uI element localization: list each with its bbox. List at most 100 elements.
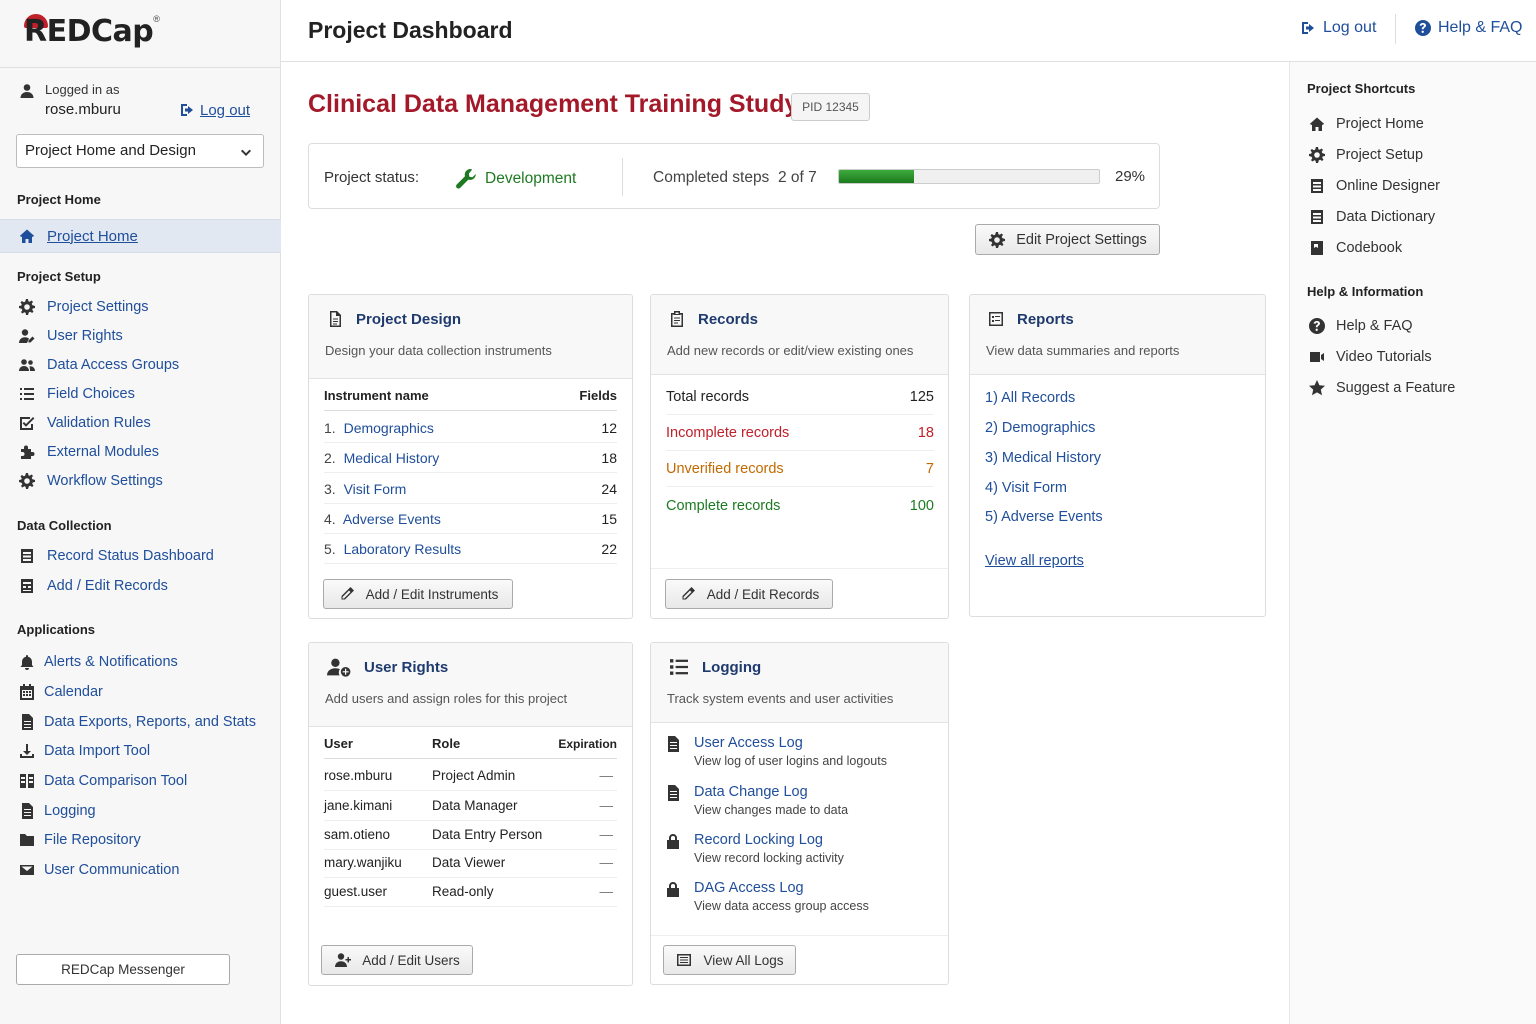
button-label: Add / Edit Instruments [365,586,499,602]
log-item-data-change[interactable]: Data Change Log View changes made to data [664,784,848,817]
shortcut-project-setup[interactable]: Project Setup [1308,146,1423,164]
shortcut-project-home[interactable]: Project Home [1308,115,1424,133]
edit-form-icon [18,577,36,595]
progress-fill [839,170,915,183]
puzzle-icon [18,443,36,461]
reports-card-subtitle: View data summaries and reports [986,343,1180,358]
sidebar-item-label: Add / Edit Records [47,578,168,594]
add-edit-instruments-button[interactable]: Add / Edit Instruments [323,579,513,609]
sidebar-item-external-modules[interactable]: External Modules [18,443,159,461]
instrument-row[interactable]: 2. Medical History 18 [324,443,617,473]
logging-card: Logging Track system events and user act… [650,642,949,985]
row-number: 4. [324,510,336,527]
stat-value: 18 [917,424,934,441]
sidebar-item-workflow-settings[interactable]: Workflow Settings [18,472,163,490]
help-video-tutorials-link[interactable]: Video Tutorials [1308,348,1432,366]
report-link[interactable]: 2) Demographics [985,420,1095,436]
redcap-messenger-button[interactable]: REDCap Messenger [16,954,230,985]
sidebar-item-logging[interactable]: Logging [18,802,96,820]
instrument-link[interactable]: Medical History [344,450,440,466]
sidebar-item-data-comparison[interactable]: Data Comparison Tool [18,772,187,790]
report-link[interactable]: 1) All Records [985,390,1075,406]
progress-percent: 29% [1115,168,1146,185]
file-lines-icon [664,735,682,753]
card-title-text: User Rights [364,658,449,676]
header-logout-link[interactable]: Log out [1299,19,1376,37]
sidebar-item-user-rights[interactable]: User Rights [18,327,123,345]
sidebar-item-project-settings[interactable]: Project Settings [18,298,149,316]
header-help-link[interactable]: Help & FAQ [1414,19,1522,37]
logo-reg-mark: ® [153,14,160,24]
sidebar-item-field-choices[interactable]: Field Choices [18,385,135,403]
redcap-logo[interactable]: REDCap® [0,0,280,68]
sidebar-item-add-edit-records[interactable]: Add / Edit Records [18,577,168,595]
row-number: 1. [324,419,336,436]
user-row[interactable]: sam.otieno Data Entry Person — [324,820,617,850]
log-title[interactable]: Record Locking Log [694,832,844,848]
page-title: Project Dashboard [308,17,513,43]
shortcut-online-designer[interactable]: Online Designer [1308,177,1440,195]
log-title[interactable]: Data Change Log [694,784,848,800]
completed-steps-value: 2 of 7 [777,169,817,186]
records-card: Records Add new records or edit/view exi… [650,294,949,619]
log-item-record-locking[interactable]: Record Locking Log View record locking ac… [664,832,844,865]
user-row[interactable]: jane.kimani Data Manager — [324,791,617,821]
add-edit-records-button[interactable]: Add / Edit Records [665,579,833,609]
bell-icon [18,653,36,671]
instrument-row[interactable]: 5. Laboratory Results 22 [324,534,617,564]
records-stat-unverified: Unverified records 7 [666,451,934,487]
folder-icon [18,831,36,849]
sidebar-item-label: Data Comparison Tool [44,773,188,789]
shortcut-data-dictionary[interactable]: Data Dictionary [1308,208,1435,226]
report-link[interactable]: 3) Medical History [985,450,1101,466]
instrument-row[interactable]: 4. Adverse Events 15 [324,504,617,534]
sidebar-item-label: User Communication [44,862,180,878]
gear-icon [1308,146,1326,164]
shortcut-codebook[interactable]: Codebook [1308,239,1402,257]
view-all-logs-button[interactable]: View All Logs [663,945,796,975]
instrument-link[interactable]: Visit Form [344,481,407,497]
sidebar-item-validation-rules[interactable]: Validation Rules [18,414,151,432]
pencil-icon [679,585,697,603]
sidebar-item-file-repository[interactable]: File Repository [18,831,141,849]
log-item-user-access[interactable]: User Access Log View log of user logins a… [664,735,887,768]
project-nav-select[interactable]: Project Home and Design [16,134,264,168]
sidebar-item-record-status-dashboard[interactable]: Record Status Dashboard [18,547,214,565]
log-title[interactable]: DAG Access Log [694,880,869,896]
user-row[interactable]: guest.user Read-only — [324,877,617,907]
instrument-link[interactable]: Demographics [344,420,434,436]
sidebar-item-calendar[interactable]: Calendar [18,683,103,701]
instrument-row[interactable]: 3. Visit Form 24 [324,474,617,504]
sidebar-item-alerts-notifications[interactable]: Alerts & Notifications [18,653,178,671]
log-title[interactable]: User Access Log [694,735,887,751]
sidebar-item-user-communication[interactable]: User Communication [18,861,179,879]
col-role: Role [432,736,461,751]
user-row[interactable]: rose.mburu Project Admin — [324,761,617,791]
instrument-link[interactable]: Laboratory Results [344,541,462,557]
instrument-link[interactable]: Adverse Events [343,511,441,527]
edit-project-settings-button[interactable]: Edit Project Settings [975,224,1160,255]
user-row[interactable]: mary.wanjiku Data Viewer — [324,848,617,878]
log-desc: View log of user logins and logouts [694,754,887,768]
sidebar-logout-link[interactable]: Log out [178,101,250,119]
report-link[interactable]: 5) Adverse Events [985,509,1103,525]
project-design-card-header: Project Design Design your data collecti… [309,295,632,379]
user-name: sam.otieno [324,827,391,842]
report-link[interactable]: 4) Visit Form [985,480,1067,496]
field-count: 12 [601,419,617,436]
sidebar-item-label: Project Home [47,227,138,245]
status-divider [622,158,623,196]
view-all-reports-link[interactable]: View all reports [985,553,1084,569]
log-item-dag-access[interactable]: DAG Access Log View data access group acc… [664,880,869,913]
sidebar-item-data-exports[interactable]: Data Exports, Reports, and Stats [18,713,256,731]
add-edit-users-button[interactable]: Add / Edit Users [321,945,473,975]
sidebar-item-data-import[interactable]: Data Import Tool [18,742,150,760]
instrument-row[interactable]: 1. Demographics 12 [324,413,617,443]
help-suggest-feature-link[interactable]: Suggest a Feature [1308,379,1455,397]
sidebar-item-project-home[interactable]: Project Home [18,227,138,245]
help-label: Video Tutorials [1336,349,1432,365]
sidebar-item-data-access-groups[interactable]: Data Access Groups [18,356,179,374]
sidebar-item-label: Data Exports, Reports, and Stats [44,714,256,730]
help-faq-link[interactable]: Help & FAQ [1308,317,1413,335]
user-name: jane.kimani [324,798,393,813]
